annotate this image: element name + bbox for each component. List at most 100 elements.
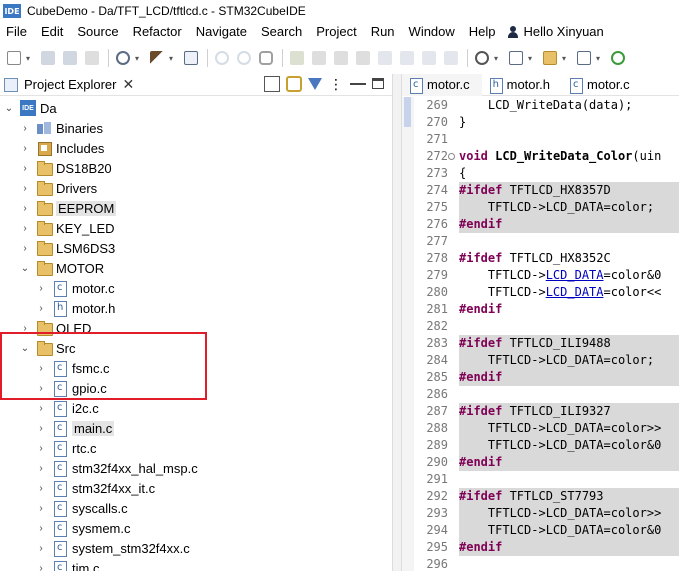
debug-dropdown-icon[interactable]: ▾ <box>494 54 502 63</box>
tree-item-label: Binaries <box>56 120 103 136</box>
resume-icon[interactable] <box>287 48 307 68</box>
code-area[interactable]: 269 LCD_WriteData(data); 270} 271 272 void L… <box>402 97 679 571</box>
binary-icon[interactable] <box>181 48 201 68</box>
menu-file[interactable]: File <box>0 22 34 42</box>
menu-project[interactable]: Project <box>309 22 363 42</box>
tree-item[interactable]: ⌄ IDE Da <box>4 98 57 118</box>
build-config-icon[interactable] <box>113 48 133 68</box>
chevron-right-icon[interactable]: › <box>36 303 46 314</box>
new-class-dropdown-icon[interactable]: ▾ <box>596 54 604 63</box>
code-text: TFTLCD->LCD_DATA=color&0 <box>459 438 662 452</box>
chevron-right-icon[interactable]: › <box>20 223 30 234</box>
menu-help[interactable]: Help <box>462 22 503 42</box>
chevron-right-icon[interactable]: › <box>36 443 46 454</box>
link-icon[interactable] <box>256 48 276 68</box>
project-explorer-title[interactable]: Project Explorer <box>24 77 116 92</box>
close-icon[interactable]: ✕ <box>122 76 134 93</box>
new-icon[interactable] <box>4 48 24 68</box>
menu-run[interactable]: Run <box>364 22 402 42</box>
chevron-right-icon[interactable]: › <box>20 163 30 174</box>
editor-tab[interactable]: c motor.c <box>562 74 642 96</box>
tree-item[interactable]: › c stm32f4xx_hal_msp.c <box>36 458 198 478</box>
new-c-project-dropdown-icon[interactable]: ▾ <box>528 54 536 63</box>
debug-icon[interactable] <box>472 48 492 68</box>
menu-edit[interactable]: Edit <box>34 22 70 42</box>
tree-item[interactable]: › LSM6DS3 <box>20 238 115 258</box>
editor-tab[interactable]: h motor.h <box>482 74 562 96</box>
tree-item[interactable]: › c i2c.c <box>36 398 99 418</box>
new-folder-icon[interactable] <box>540 48 560 68</box>
tree-item[interactable]: › EEPROM <box>20 198 117 218</box>
panel-splitter[interactable] <box>392 74 402 571</box>
tree-item[interactable]: › c sysmem.c <box>36 518 131 538</box>
menu-user[interactable]: Hello Xinyuan <box>503 22 611 42</box>
terminate-icon[interactable] <box>331 48 351 68</box>
refresh-icon[interactable] <box>608 48 628 68</box>
tree-item[interactable]: › c main.c <box>36 418 115 438</box>
maximize-icon[interactable] <box>372 78 384 89</box>
build-dropdown-icon[interactable]: ▾ <box>169 54 177 63</box>
save-all-icon[interactable] <box>60 48 80 68</box>
disconnect-icon[interactable] <box>353 48 373 68</box>
chevron-right-icon[interactable]: › <box>36 403 46 414</box>
chevron-right-icon[interactable]: › <box>36 283 46 294</box>
chevron-right-icon[interactable]: › <box>36 543 46 554</box>
chevron-down-icon[interactable]: ⌄ <box>4 103 14 114</box>
chevron-down-icon[interactable]: ⌄ <box>20 263 30 274</box>
build-config-dropdown-icon[interactable]: ▾ <box>135 54 143 63</box>
chevron-right-icon[interactable]: › <box>20 203 30 214</box>
tree-item-label: EEPROM <box>56 200 117 216</box>
menu-source[interactable]: Source <box>70 22 125 42</box>
tree-item-label: tim.c <box>72 560 100 571</box>
redo-icon[interactable] <box>234 48 254 68</box>
new-class-icon[interactable] <box>574 48 594 68</box>
editor-tab[interactable]: c motor.c <box>402 73 482 96</box>
chevron-right-icon[interactable]: › <box>36 423 46 434</box>
chevron-right-icon[interactable]: › <box>20 143 30 154</box>
fold-toggle-icon[interactable] <box>448 153 455 160</box>
tree-item[interactable]: › Drivers <box>20 178 97 198</box>
step-into-icon[interactable] <box>375 48 395 68</box>
menu-window[interactable]: Window <box>402 22 462 42</box>
chevron-right-icon[interactable]: › <box>36 563 46 571</box>
print-icon[interactable] <box>82 48 102 68</box>
tree-item[interactable]: › Binaries <box>20 118 103 138</box>
menu-navigate[interactable]: Navigate <box>189 22 254 42</box>
menu-refactor[interactable]: Refactor <box>126 22 189 42</box>
tree-item[interactable]: › c syscalls.c <box>36 498 128 518</box>
chevron-right-icon[interactable]: › <box>20 243 30 254</box>
undo-icon[interactable] <box>212 48 232 68</box>
tree-item[interactable]: › c tim.c <box>36 558 99 571</box>
editor-tab-label: motor.c <box>427 77 470 92</box>
tree-item[interactable]: › c stm32f4xx_it.c <box>36 478 155 498</box>
save-icon[interactable] <box>38 48 58 68</box>
link-with-editor-icon[interactable] <box>286 76 302 92</box>
tree-item[interactable]: › h motor.h <box>36 298 115 318</box>
step-over-icon[interactable] <box>397 48 417 68</box>
chevron-right-icon[interactable]: › <box>20 123 30 134</box>
new-folder-dropdown-icon[interactable]: ▾ <box>562 54 570 63</box>
tree-item[interactable]: › KEY_LED <box>20 218 115 238</box>
tree-item[interactable]: › DS18B20 <box>20 158 112 178</box>
tree-item[interactable]: › c system_stm32f4xx.c <box>36 538 190 558</box>
new-dropdown-icon[interactable]: ▾ <box>26 54 34 63</box>
tree-item[interactable]: ⌄ MOTOR <box>20 258 104 278</box>
drop-to-frame-icon[interactable] <box>441 48 461 68</box>
build-hammer-icon[interactable] <box>147 48 167 68</box>
view-menu-icon[interactable]: ⋮ <box>328 76 344 92</box>
minimize-icon[interactable] <box>350 76 366 85</box>
collapse-all-icon[interactable] <box>264 76 280 92</box>
suspend-icon[interactable] <box>309 48 329 68</box>
tree-item[interactable]: › c rtc.c <box>36 438 97 458</box>
chevron-right-icon[interactable]: › <box>36 503 46 514</box>
menu-search[interactable]: Search <box>254 22 309 42</box>
chevron-right-icon[interactable]: › <box>20 183 30 194</box>
step-return-icon[interactable] <box>419 48 439 68</box>
chevron-right-icon[interactable]: › <box>36 483 46 494</box>
tree-item[interactable]: › c motor.c <box>36 278 115 298</box>
chevron-right-icon[interactable]: › <box>36 463 46 474</box>
chevron-right-icon[interactable]: › <box>36 523 46 534</box>
tree-item[interactable]: › Includes <box>20 138 104 158</box>
new-c-project-icon[interactable] <box>506 48 526 68</box>
filter-icon[interactable] <box>308 78 322 90</box>
